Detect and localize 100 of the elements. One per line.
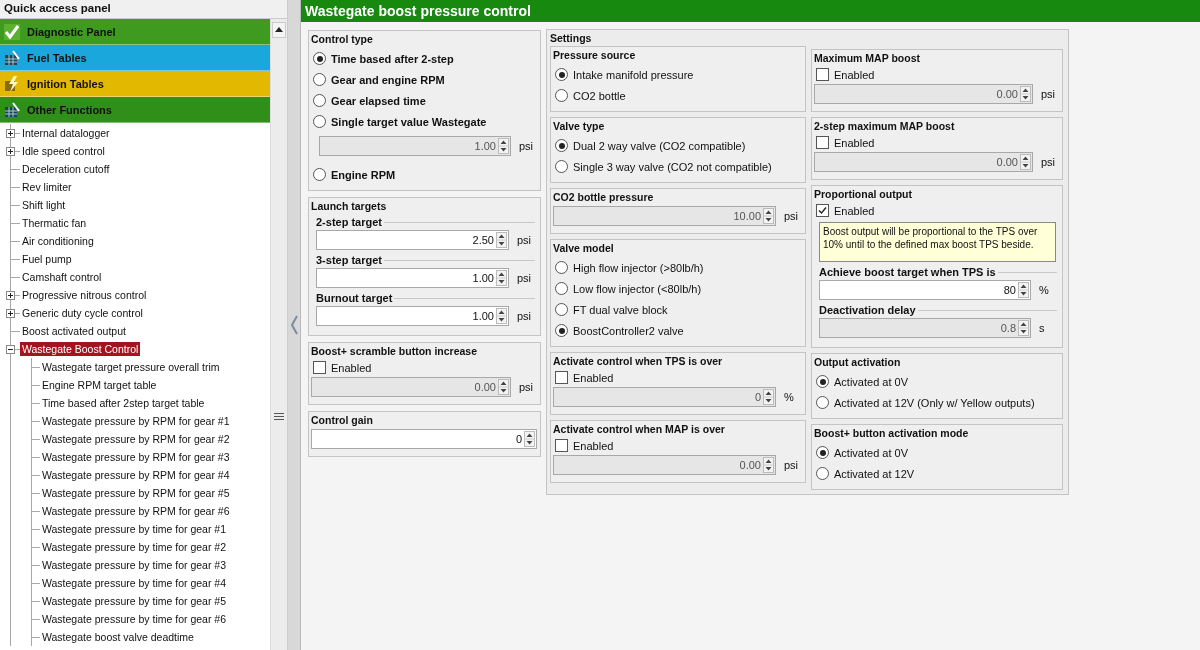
expand-icon[interactable] — [6, 128, 15, 138]
tree-item[interactable]: Boost activated output — [20, 324, 128, 338]
number-field[interactable]: 0 — [311, 429, 537, 449]
spin-button[interactable] — [496, 232, 507, 248]
tree-item[interactable]: Wastegate target pressure overall trim — [40, 360, 222, 374]
tree-item[interactable]: Wastegate pressure by time for gear #5 — [40, 594, 229, 608]
radio-button[interactable] — [313, 168, 326, 181]
info-note: Boost output will be proportional to the TPS over 10% until to the defined max boost TPS beside. — [819, 222, 1056, 262]
unit-label: psi — [784, 459, 800, 471]
group-title: Proportional output — [814, 188, 913, 200]
option-label: Time based after 2-step — [331, 52, 454, 65]
tree-item[interactable]: Fuel pump — [20, 252, 74, 266]
category-bar[interactable]: Fuel Tables — [0, 45, 270, 71]
tree-item[interactable]: Internal datalogger — [20, 126, 112, 140]
checkbox[interactable] — [816, 204, 829, 217]
field-label: 2-step target — [316, 216, 383, 228]
tree-item[interactable]: Wastegate pressure by time for gear #3 — [40, 558, 229, 572]
checkbox-label: Enabled — [834, 68, 875, 81]
option-label: Activated at 12V — [834, 467, 915, 480]
tree-item[interactable]: Rev limiter — [20, 180, 74, 194]
tree-item[interactable]: Wastegate pressure by time for gear #4 — [40, 576, 229, 590]
option-label: Single 3 way valve (CO2 not compatible) — [573, 160, 772, 173]
field-label: Deactivation delay — [819, 304, 916, 316]
tree-item[interactable]: Wastegate pressure by RPM for gear #1 — [40, 414, 232, 428]
expand-icon[interactable] — [6, 308, 15, 318]
tree-item[interactable]: Wastegate pressure by RPM for gear #4 — [40, 468, 232, 482]
number-field[interactable]: 80 — [819, 280, 1031, 300]
lightning-icon — [3, 74, 21, 93]
tree-item[interactable]: Wastegate pressure by RPM for gear #6 — [40, 504, 232, 518]
spin-button[interactable] — [496, 308, 507, 324]
radio-button[interactable] — [555, 261, 568, 274]
grid-icon — [3, 48, 21, 67]
radio-button[interactable] — [555, 160, 568, 173]
unit-label: psi — [1041, 156, 1057, 168]
group-title: 2-step maximum MAP boost — [814, 120, 956, 132]
spin-button[interactable] — [496, 270, 507, 286]
spin-button[interactable] — [524, 431, 535, 447]
tree-item[interactable]: Wastegate pressure by RPM for gear #2 — [40, 432, 232, 446]
tree-item[interactable]: Wastegate pressure by time for gear #6 — [40, 612, 229, 626]
option-label: High flow injector (>80lb/h) — [573, 261, 704, 274]
radio-button[interactable] — [555, 282, 568, 295]
radio-button[interactable] — [313, 52, 326, 65]
grip-icon[interactable] — [274, 413, 284, 420]
radio-button[interactable] — [555, 303, 568, 316]
radio-button[interactable] — [555, 89, 568, 102]
tree-item[interactable]: Engine RPM target table — [40, 378, 159, 392]
checkbox-label: Enabled — [834, 136, 875, 149]
tree-item[interactable]: Idle speed control — [20, 144, 107, 158]
field-label: Burnout target — [316, 292, 393, 304]
tree-item[interactable]: Camshaft control — [20, 270, 104, 284]
radio-button[interactable] — [313, 73, 326, 86]
tree-item[interactable]: Deceleration cutoff — [20, 162, 112, 176]
category-bar[interactable]: Other Functions — [0, 97, 270, 123]
tree-item[interactable]: Wastegate boost valve deadtime — [40, 630, 196, 644]
scrollbar[interactable] — [270, 19, 287, 650]
group-title: Valve model — [553, 242, 615, 254]
checkbox[interactable] — [816, 136, 829, 149]
unit-label: psi — [517, 272, 533, 284]
tree-item[interactable]: Thermatic fan — [20, 216, 89, 230]
expand-icon[interactable] — [6, 290, 15, 300]
expand-icon[interactable] — [6, 146, 15, 156]
radio-button[interactable] — [555, 68, 568, 81]
tree-item[interactable]: Wastegate pressure by RPM for gear #5 — [40, 486, 232, 500]
radio-button[interactable] — [313, 115, 326, 128]
tree-item[interactable]: Wastegate pressure by RPM for gear #3 — [40, 450, 232, 464]
tree-item[interactable]: Generic duty cycle control — [20, 306, 145, 320]
spin-button[interactable] — [1018, 282, 1029, 298]
tree-item[interactable]: Time based after 2step target table — [40, 396, 207, 410]
checkbox[interactable] — [555, 439, 568, 452]
checkbox-label: Enabled — [573, 371, 614, 384]
radio-button[interactable] — [816, 446, 829, 459]
option-label: CO2 bottle — [573, 89, 626, 102]
radio-button[interactable] — [816, 396, 829, 409]
option-label: Gear elapsed time — [331, 94, 426, 107]
radio-button[interactable] — [555, 324, 568, 337]
checkmark-icon — [3, 22, 21, 41]
checkbox[interactable] — [816, 68, 829, 81]
tree-item[interactable]: Wastegate pressure by time for gear #1 — [40, 522, 229, 536]
radio-button[interactable] — [816, 467, 829, 480]
checkbox[interactable] — [313, 361, 326, 374]
tree-item[interactable]: Wastegate pressure by time for gear #2 — [40, 540, 229, 554]
field-label: Achieve boost target when TPS is — [819, 266, 996, 278]
number-field[interactable]: 1.00 — [316, 268, 509, 288]
unit-label: psi — [517, 234, 533, 246]
tree-item[interactable]: Wastegate Boost Control — [20, 342, 141, 356]
checkbox[interactable] — [555, 371, 568, 384]
radio-button[interactable] — [816, 375, 829, 388]
tree-item[interactable]: Progressive nitrous control — [20, 288, 149, 302]
number-field[interactable]: 1.00 — [316, 306, 509, 326]
scroll-up-button[interactable] — [272, 22, 286, 38]
category-bar[interactable]: Ignition Tables — [0, 71, 270, 97]
radio-button[interactable] — [313, 94, 326, 107]
tree-item[interactable]: Air conditioning — [20, 234, 96, 248]
category-bar[interactable]: Diagnostic Panel — [0, 19, 270, 45]
collapse-icon[interactable] — [6, 344, 15, 354]
number-field[interactable]: 2.50 — [316, 230, 509, 250]
option-label: BoostController2 valve — [573, 324, 684, 337]
radio-button[interactable] — [555, 139, 568, 152]
page-title: Wastegate boost pressure control — [301, 0, 1200, 22]
tree-item[interactable]: Shift light — [20, 198, 68, 212]
